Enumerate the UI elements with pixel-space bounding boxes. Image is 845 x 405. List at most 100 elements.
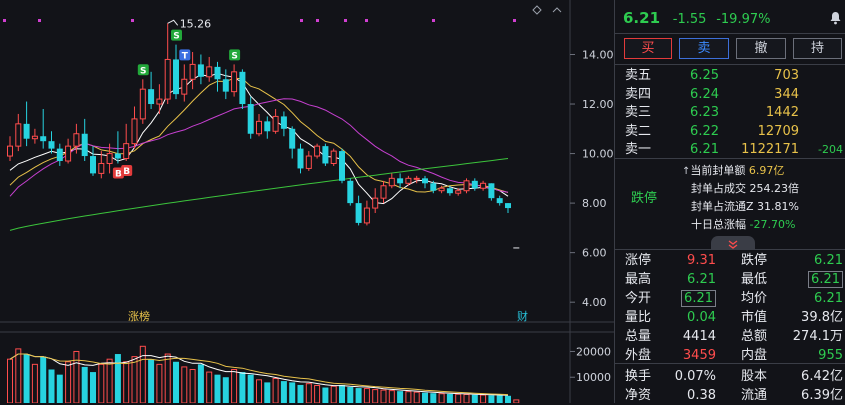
svg-text:S: S (231, 51, 237, 61)
order-volume: 703 (774, 68, 799, 83)
price-change: -1.55 (672, 12, 707, 27)
volume-bar (239, 372, 246, 403)
candle[interactable] (347, 178, 354, 206)
trade-marker[interactable]: T (179, 49, 191, 61)
order-level-label: 卖三 (625, 105, 652, 121)
volume-bar (505, 395, 511, 403)
limit-down-label: 封单占成交 (691, 182, 746, 195)
stat-label: 市值 (741, 310, 768, 325)
stats-row: 最高 6.21 最低 6.21 (615, 270, 845, 289)
price-change-pct: -19.97% (716, 12, 771, 27)
order-book-row[interactable]: 卖二 6.22 12709 (615, 122, 845, 141)
limit-down-tag: 跌停 (631, 191, 658, 206)
volume-bar (81, 366, 88, 403)
volume-bar (347, 387, 354, 403)
volume-bar (15, 348, 22, 403)
limit-down-row: ↑当前封单额 6.97亿 (682, 163, 784, 180)
volume-bar (471, 394, 478, 403)
order-price: 6.21 (690, 142, 719, 158)
event-dot (3, 19, 6, 22)
candle[interactable] (239, 69, 246, 109)
candle[interactable] (339, 148, 345, 184)
cancel-order-button[interactable]: 撤 (736, 38, 786, 59)
volume-bar (446, 393, 453, 403)
order-volume: 344 (774, 86, 799, 102)
trade-marker[interactable]: S (137, 64, 149, 76)
positions-button[interactable]: 持 (793, 38, 842, 59)
volume-bar (380, 389, 387, 403)
volume-bar (455, 393, 462, 403)
order-book-row[interactable]: 卖四 6.24 344 (615, 85, 845, 104)
stats-row: 涨停 9.31 跌停 6.21 (615, 251, 845, 270)
limit-down-label: 当前封单额 (690, 164, 746, 177)
order-book-row[interactable]: 卖五 6.25 703 (615, 66, 845, 85)
bottom-label-zhangbang: 涨榜 (128, 309, 150, 323)
volume-bar (114, 354, 121, 403)
high-price-label: 15.26 (180, 17, 212, 30)
stat-value: 0.38 (687, 388, 716, 403)
volume-bar (438, 393, 445, 403)
stat-label: 涨停 (625, 253, 652, 268)
candle[interactable] (314, 143, 321, 159)
candle[interactable] (513, 247, 520, 249)
limit-down-row: 十日总涨幅 -27.70% (691, 217, 795, 233)
volume-bar (106, 358, 113, 403)
order-book-row[interactable]: 卖一 6.21 1122171 -204 (615, 140, 845, 159)
volume-bar (7, 358, 13, 403)
volume-bar (397, 391, 404, 403)
candle[interactable] (488, 183, 495, 201)
trade-marker[interactable]: B (121, 165, 133, 177)
candle[interactable] (463, 178, 470, 194)
event-dot (38, 19, 41, 22)
order-level-label: 卖五 (625, 68, 652, 83)
order-volume: 1122171 (741, 142, 799, 158)
volume-bar (264, 382, 271, 403)
volume-tick-label: 10000 (576, 371, 611, 384)
volume-bar (463, 393, 470, 403)
stat-label: 流通 (741, 388, 768, 403)
volume-bar (231, 369, 238, 403)
volume-bar (214, 374, 221, 403)
volume-bar (90, 372, 96, 403)
event-dot (365, 19, 368, 22)
collapse-toggle[interactable] (711, 236, 755, 249)
volume-bar (189, 369, 196, 403)
stat-label: 最低 (741, 272, 768, 287)
volume-bar (123, 361, 130, 403)
order-volume: 1442 (765, 105, 799, 121)
limit-down-value: 254.23倍 (749, 182, 800, 195)
stat-label: 股本 (741, 369, 768, 384)
volume-bar (65, 361, 72, 403)
svg-text:S: S (140, 66, 146, 76)
volume-bar (322, 387, 329, 403)
price-tick-label: 12.00 (582, 98, 614, 111)
candle[interactable] (322, 143, 329, 166)
stat-value: 4414 (682, 329, 716, 344)
volume-bar (206, 371, 213, 403)
volume-bar (413, 391, 420, 403)
sell-button[interactable]: 卖 (679, 38, 729, 59)
price-tick-label: 8.00 (582, 197, 607, 210)
limit-down-value: 31.81% (757, 200, 799, 213)
price-tick-label: 4.00 (582, 296, 607, 309)
volume-bar (314, 384, 321, 403)
limit-down-label: 十日总涨幅 (691, 218, 746, 231)
limit-down-value: -27.70% (749, 218, 796, 231)
stat-value: 274.1万 (792, 329, 843, 344)
bell-icon[interactable] (829, 11, 842, 25)
volume-bar (23, 354, 30, 403)
trade-marker[interactable]: S (171, 29, 182, 42)
buy-button[interactable]: 买 (624, 38, 672, 59)
volume-bar (98, 363, 105, 403)
stats-row: 净资 0.38 流通 6.39亿 (615, 386, 845, 405)
quote-panel: 6.21 -1.55 -19.97% 买 卖 撤 持 卖五 6.25 703 卖四 6.… (614, 0, 845, 403)
order-book-row[interactable]: 卖三 6.23 1442 (615, 103, 845, 122)
svg-text:S: S (173, 32, 179, 42)
stat-value: 9.31 (687, 253, 716, 268)
trade-marker[interactable]: S (229, 49, 241, 61)
stat-label: 最高 (625, 272, 652, 287)
volume-bar (139, 345, 146, 403)
order-change: -204 (818, 143, 843, 157)
candle[interactable] (330, 148, 337, 166)
kline-chart[interactable]: B BSST S 14.0012.0010.008.006.004.00 20000… (0, 0, 614, 403)
